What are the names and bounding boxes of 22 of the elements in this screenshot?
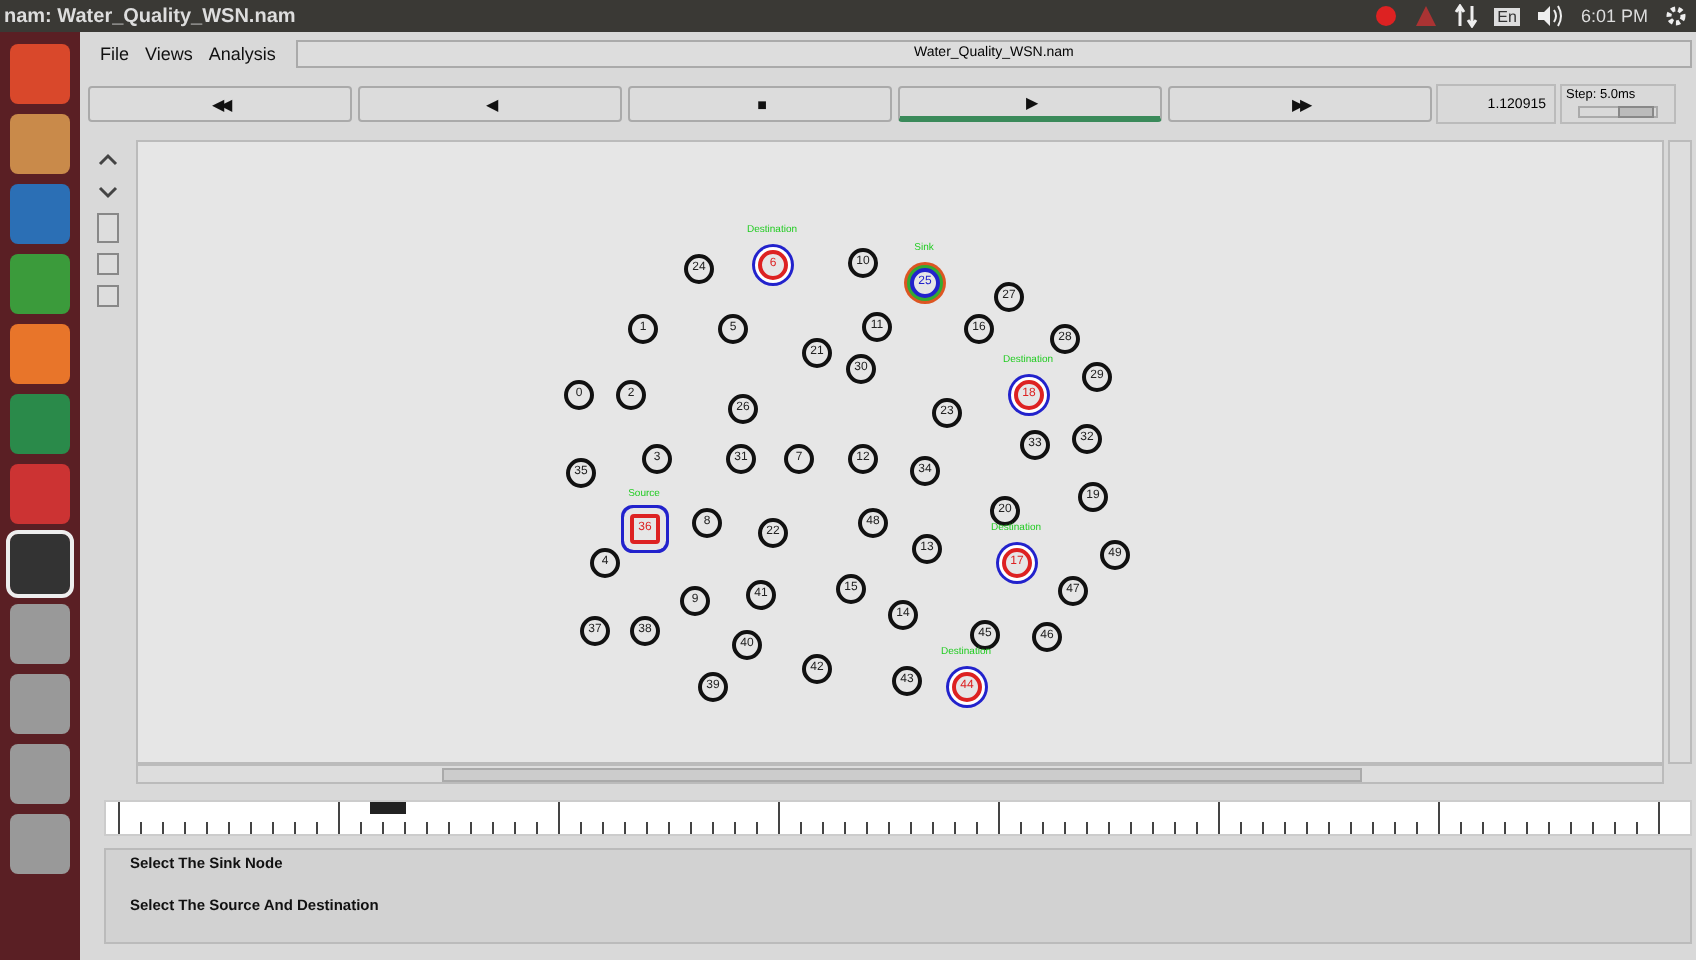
timeline-ruler[interactable] <box>104 800 1692 836</box>
horizontal-scrollbar[interactable] <box>136 764 1664 784</box>
menu-item[interactable]: File <box>100 44 130 64</box>
playback-button[interactable]: ■ <box>628 86 892 122</box>
playback-button[interactable]: ◀◀ <box>88 86 352 122</box>
vertical-scrollbar[interactable] <box>1668 140 1692 764</box>
warning-icon[interactable] <box>1413 4 1438 28</box>
power-icon[interactable] <box>1373 4 1398 28</box>
keyboard-indicator[interactable]: En <box>1493 7 1521 25</box>
settings-icon[interactable] <box>1664 4 1688 28</box>
menu-item[interactable]: Analysis <box>208 44 276 64</box>
square-icon[interactable] <box>96 252 120 276</box>
network-icon[interactable] <box>1453 4 1478 28</box>
playback-button[interactable]: ◀ <box>358 86 622 122</box>
time-marker[interactable] <box>370 802 406 814</box>
window-title: nam: Water_Quality_WSN.nam <box>4 5 296 27</box>
clock[interactable]: 6:01 PM <box>1580 6 1648 26</box>
menu-item[interactable]: Views <box>145 44 193 64</box>
playback-button[interactable]: ▶▶ <box>1168 86 1432 122</box>
square-icon[interactable] <box>96 284 120 308</box>
playback-button[interactable]: ▶ <box>898 86 1162 122</box>
volume-icon[interactable] <box>1536 4 1565 28</box>
